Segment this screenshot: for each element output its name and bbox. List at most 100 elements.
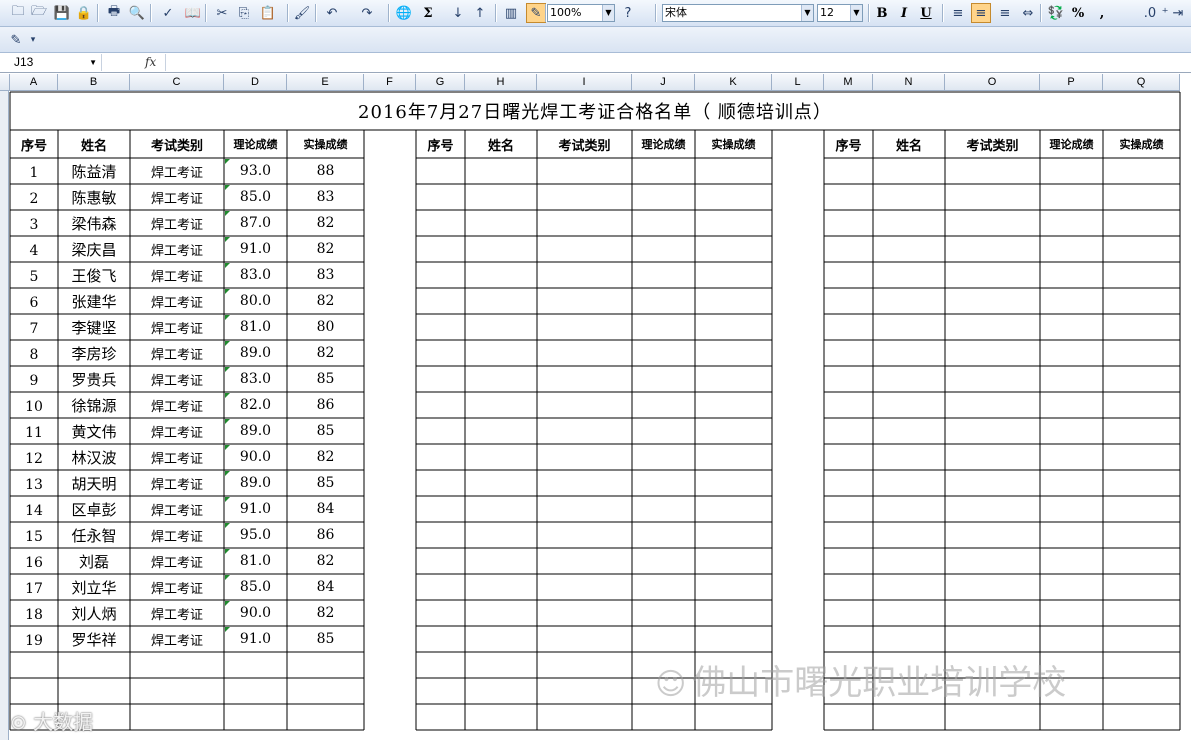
font-size-select[interactable]: 12 ▼ <box>817 4 863 22</box>
column-header-n[interactable]: N <box>873 74 945 91</box>
cell-name[interactable]: 张建华 <box>58 288 130 314</box>
paste-icon[interactable]: 📋 <box>258 3 278 23</box>
cell-seq[interactable]: 13 <box>10 472 58 498</box>
cell-theory[interactable]: 83.0 <box>224 262 287 288</box>
cell-practice[interactable]: 85 <box>287 418 364 444</box>
cell-name[interactable]: 林汉波 <box>58 444 130 470</box>
cut-icon[interactable]: ✂ <box>212 3 232 23</box>
cell-seq[interactable]: 9 <box>10 368 58 394</box>
cell-theory[interactable]: 83.0 <box>224 366 287 392</box>
cell-practice[interactable]: 86 <box>287 522 364 548</box>
cell-theory[interactable]: 95.0 <box>224 522 287 548</box>
cell-practice[interactable]: 84 <box>287 574 364 600</box>
cell-theory[interactable]: 80.0 <box>224 288 287 314</box>
cell-practice[interactable]: 85 <box>287 626 364 652</box>
cell-name[interactable]: 刘人炳 <box>58 600 130 626</box>
cell-practice[interactable]: 80 <box>287 314 364 340</box>
chart-wizard-icon[interactable]: ▥ <box>501 3 521 23</box>
cell-seq[interactable]: 1 <box>10 160 58 186</box>
decrease-decimal-icon[interactable]: .0 <box>1140 3 1160 23</box>
header-category-3[interactable]: 考试类别 <box>945 130 1040 158</box>
column-header-k[interactable]: K <box>695 74 772 91</box>
header-theory-2[interactable]: 理论成绩 <box>632 130 695 158</box>
header-seq-2[interactable]: 序号 <box>416 130 465 158</box>
print-icon[interactable]: 🖶 <box>104 3 124 23</box>
cell-seq[interactable]: 19 <box>10 628 58 654</box>
cell-name[interactable]: 胡天明 <box>58 470 130 496</box>
cell-name[interactable]: 区卓彭 <box>58 496 130 522</box>
cell-practice[interactable]: 85 <box>287 366 364 392</box>
cell-practice[interactable]: 82 <box>287 444 364 470</box>
cell-category[interactable]: 焊工考证 <box>130 444 224 470</box>
italic-button[interactable]: I <box>894 3 914 23</box>
header-practice-2[interactable]: 实操成绩 <box>695 130 772 158</box>
cell-category[interactable]: 焊工考证 <box>130 236 224 262</box>
select-all-corner[interactable] <box>0 74 10 91</box>
open-icon[interactable]: 🗁 <box>29 3 49 23</box>
name-box[interactable]: J13 ▼ <box>2 54 102 71</box>
cell-seq[interactable]: 5 <box>10 264 58 290</box>
column-header-m[interactable]: M <box>824 74 873 91</box>
column-header-o[interactable]: O <box>945 74 1040 91</box>
chevron-down-icon[interactable]: ▼ <box>602 5 614 21</box>
cell-practice[interactable]: 83 <box>287 184 364 210</box>
cell-theory[interactable]: 81.0 <box>224 548 287 574</box>
cell-category[interactable]: 焊工考证 <box>130 314 224 340</box>
pdf-icon[interactable]: ✎ <box>6 30 26 50</box>
cell-name[interactable]: 陈惠敏 <box>58 184 130 210</box>
header-practice-3[interactable]: 实操成绩 <box>1103 130 1180 158</box>
cell-name[interactable]: 罗华祥 <box>58 626 130 652</box>
header-seq-1[interactable]: 序号 <box>10 130 58 158</box>
cell-practice[interactable]: 82 <box>287 288 364 314</box>
column-header-d[interactable]: D <box>224 74 287 91</box>
cell-theory[interactable]: 90.0 <box>224 600 287 626</box>
toolbar-options-icon[interactable]: ▾ <box>26 30 40 50</box>
cell-practice[interactable]: 83 <box>287 262 364 288</box>
header-practice-1[interactable]: 实操成绩 <box>287 130 364 158</box>
fx-icon[interactable]: fx <box>145 55 156 69</box>
underline-button[interactable]: U <box>916 3 936 23</box>
percent-button[interactable]: % <box>1068 3 1088 23</box>
cell-practice[interactable]: 88 <box>287 158 364 184</box>
cell-name[interactable]: 刘立华 <box>58 574 130 600</box>
cell-category[interactable]: 焊工考证 <box>130 366 224 392</box>
cell-category[interactable]: 焊工考证 <box>130 626 224 652</box>
cell-category[interactable]: 焊工考证 <box>130 522 224 548</box>
header-name-1[interactable]: 姓名 <box>58 130 130 158</box>
cell-category[interactable]: 焊工考证 <box>130 600 224 626</box>
cell-name[interactable]: 梁庆昌 <box>58 236 130 262</box>
indent-icon[interactable]: ⇥ <box>1168 3 1188 23</box>
cell-seq[interactable]: 14 <box>10 498 58 524</box>
cell-theory[interactable]: 93.0 <box>224 158 287 184</box>
cell-name[interactable]: 梁伟森 <box>58 210 130 236</box>
cell-category[interactable]: 焊工考证 <box>130 210 224 236</box>
column-header-p[interactable]: P <box>1040 74 1103 91</box>
cell-theory[interactable]: 91.0 <box>224 236 287 262</box>
permission-icon[interactable]: 🔒 <box>74 3 94 23</box>
cell-seq[interactable]: 18 <box>10 602 58 628</box>
cell-theory[interactable]: 87.0 <box>224 210 287 236</box>
cell-seq[interactable]: 17 <box>10 576 58 602</box>
cell-category[interactable]: 焊工考证 <box>130 288 224 314</box>
cell-category[interactable]: 焊工考证 <box>130 548 224 574</box>
save-icon[interactable]: 💾 <box>52 3 72 23</box>
autosum-icon[interactable]: Σ <box>418 3 438 23</box>
cell-name[interactable]: 黄文伟 <box>58 418 130 444</box>
cell-category[interactable]: 焊工考证 <box>130 496 224 522</box>
cell-name[interactable]: 刘磊 <box>58 548 130 574</box>
align-center-icon[interactable]: ≡ <box>971 3 991 23</box>
cell-theory[interactable]: 82.0 <box>224 392 287 418</box>
cell-seq[interactable]: 6 <box>10 290 58 316</box>
sort-desc-icon[interactable]: ↑ <box>470 3 490 23</box>
drawing-icon[interactable]: ✎ <box>526 3 546 23</box>
cell-practice[interactable]: 86 <box>287 392 364 418</box>
column-header-a[interactable]: A <box>10 74 58 91</box>
cell-name[interactable]: 陈益清 <box>58 158 130 184</box>
font-name-select[interactable]: 宋体 ▼ <box>662 4 814 22</box>
cell-practice[interactable]: 82 <box>287 236 364 262</box>
print-preview-icon[interactable]: 🔍 <box>127 3 147 23</box>
cell-theory[interactable]: 90.0 <box>224 444 287 470</box>
cell-category[interactable]: 焊工考证 <box>130 158 224 184</box>
align-left-icon[interactable]: ≡ <box>948 3 968 23</box>
column-header-h[interactable]: H <box>465 74 537 91</box>
